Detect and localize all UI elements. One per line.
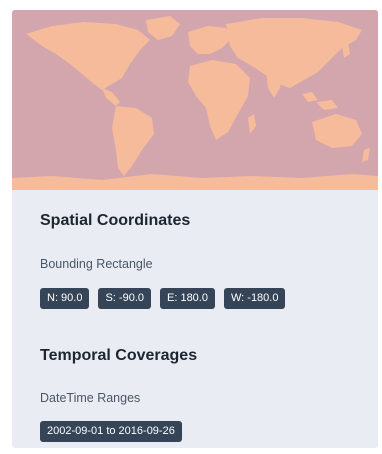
datetime-range-chips: 2002-09-01 to 2016-09-26 [40,421,182,442]
bounding-rectangle-chips: N: 90.0 S: -90.0 E: 180.0 W: -180.0 [40,288,286,309]
bounding-rectangle-label: Bounding Rectangle [40,257,153,271]
north-coordinate-chip: N: 90.0 [40,288,90,309]
datetime-range-chip: 2002-09-01 to 2016-09-26 [40,421,182,442]
world-map-image [12,10,378,190]
datetime-ranges-label: DateTime Ranges [40,391,141,405]
west-coordinate-chip: W: -180.0 [223,288,286,309]
dataset-coverage-card: Spatial Coordinates Bounding Rectangle N… [12,10,378,448]
spatial-coordinates-heading: Spatial Coordinates [40,212,191,229]
world-map [12,10,378,190]
east-coordinate-chip: E: 180.0 [160,288,215,309]
temporal-coverages-heading: Temporal Coverages [40,347,198,364]
south-coordinate-chip: S: -90.0 [98,288,151,309]
